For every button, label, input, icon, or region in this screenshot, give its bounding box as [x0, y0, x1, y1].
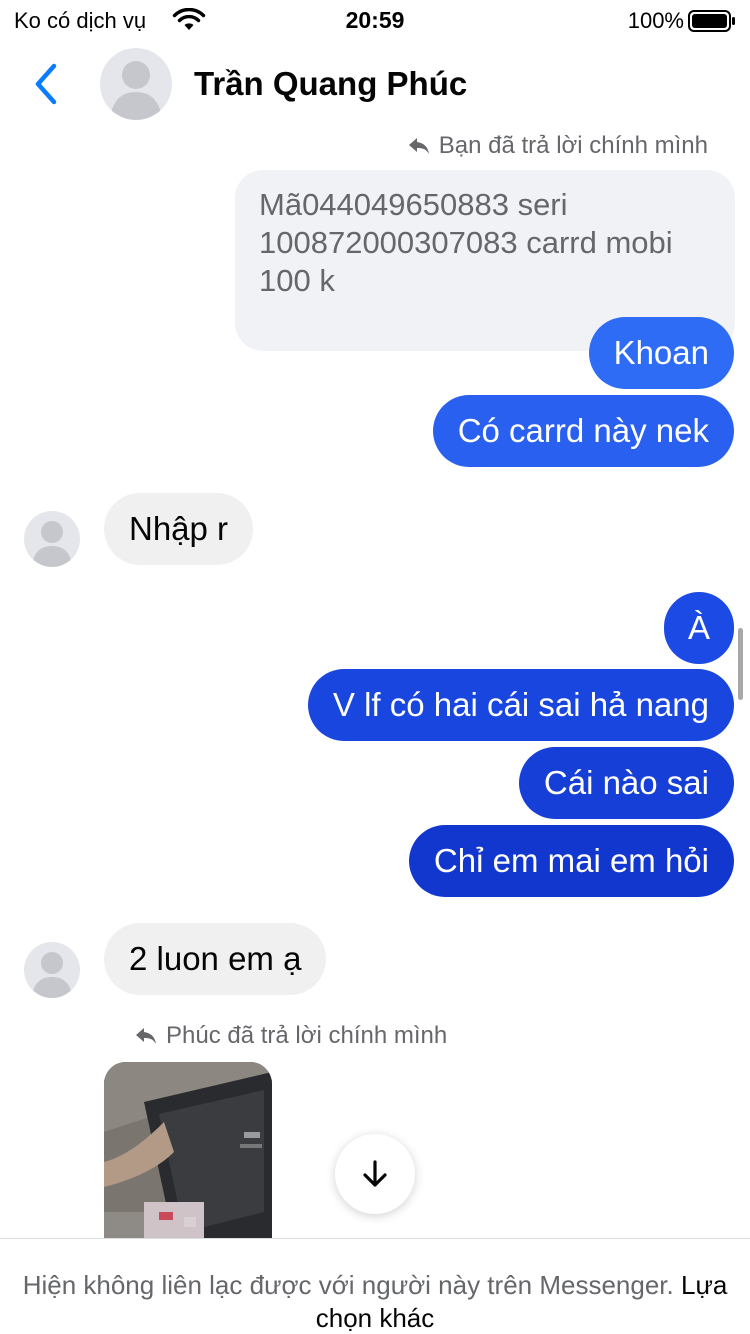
- message-text: Chỉ em mai em hỏi: [433, 842, 709, 879]
- incoming-message[interactable]: 2 luon em ạ: [104, 923, 327, 995]
- outgoing-message[interactable]: Chỉ em mai em hỏi: [408, 825, 734, 897]
- reply-note-text: Phúc đã trả lời chính mình: [166, 1022, 448, 1049]
- battery-icon: [688, 10, 736, 37]
- outgoing-message[interactable]: Có carrd này nek: [432, 395, 734, 467]
- message-text: Khoan: [613, 334, 709, 371]
- reply-arrow-icon: [408, 138, 429, 154]
- outgoing-message[interactable]: V lf có hai cái sai hả nang: [307, 669, 734, 741]
- arrow-down-icon: [363, 1160, 387, 1187]
- quoted-message-text: Mã044049650883 seri 100872000307083 carr…: [259, 187, 673, 298]
- outgoing-message[interactable]: À: [663, 592, 734, 664]
- reply-note: Bạn đã trả lời chính mình: [407, 132, 708, 160]
- contact-avatar[interactable]: [100, 48, 172, 120]
- contact-name[interactable]: Trần Quang Phúc: [194, 65, 467, 103]
- reply-note: Phúc đã trả lời chính mình: [134, 1022, 447, 1050]
- default-avatar-icon: [32, 521, 72, 567]
- outgoing-message[interactable]: Cái nào sai: [518, 747, 734, 819]
- battery-percentage: 100%: [627, 8, 684, 33]
- sender-avatar[interactable]: [24, 942, 80, 998]
- photo-image: [104, 1062, 272, 1240]
- reply-arrow-icon: [136, 1028, 156, 1044]
- message-text: 2 luon em ạ: [129, 940, 302, 977]
- message-text: V lf có hai cái sai hả nang: [332, 686, 709, 723]
- default-avatar-icon: [32, 952, 72, 998]
- unavailable-notice: Hiện không liên lạc được với người này t…: [0, 1238, 750, 1334]
- default-avatar-icon: [110, 61, 162, 120]
- scrollbar[interactable]: [738, 628, 743, 700]
- photo-attachment[interactable]: [104, 1062, 272, 1240]
- status-bar: Ko có dịch vụ 20:59 100%: [0, 0, 750, 40]
- scroll-to-bottom-button[interactable]: [335, 1134, 415, 1214]
- incoming-message[interactable]: Nhập r: [104, 493, 254, 565]
- message-text: Nhập r: [129, 510, 229, 547]
- conversation-header: Trần Quang Phúc: [0, 40, 750, 130]
- message-text: Có carrd này nek: [457, 412, 709, 449]
- sender-avatar[interactable]: [24, 511, 80, 567]
- message-text: Cái nào sai: [543, 764, 709, 801]
- back-button[interactable]: [28, 60, 68, 110]
- notice-text: Hiện không liên lạc được với người này t…: [22, 1270, 674, 1300]
- outgoing-message[interactable]: Khoan: [588, 317, 734, 389]
- reply-note-text: Bạn đã trả lời chính mình: [438, 132, 708, 159]
- message-text: À: [687, 609, 710, 646]
